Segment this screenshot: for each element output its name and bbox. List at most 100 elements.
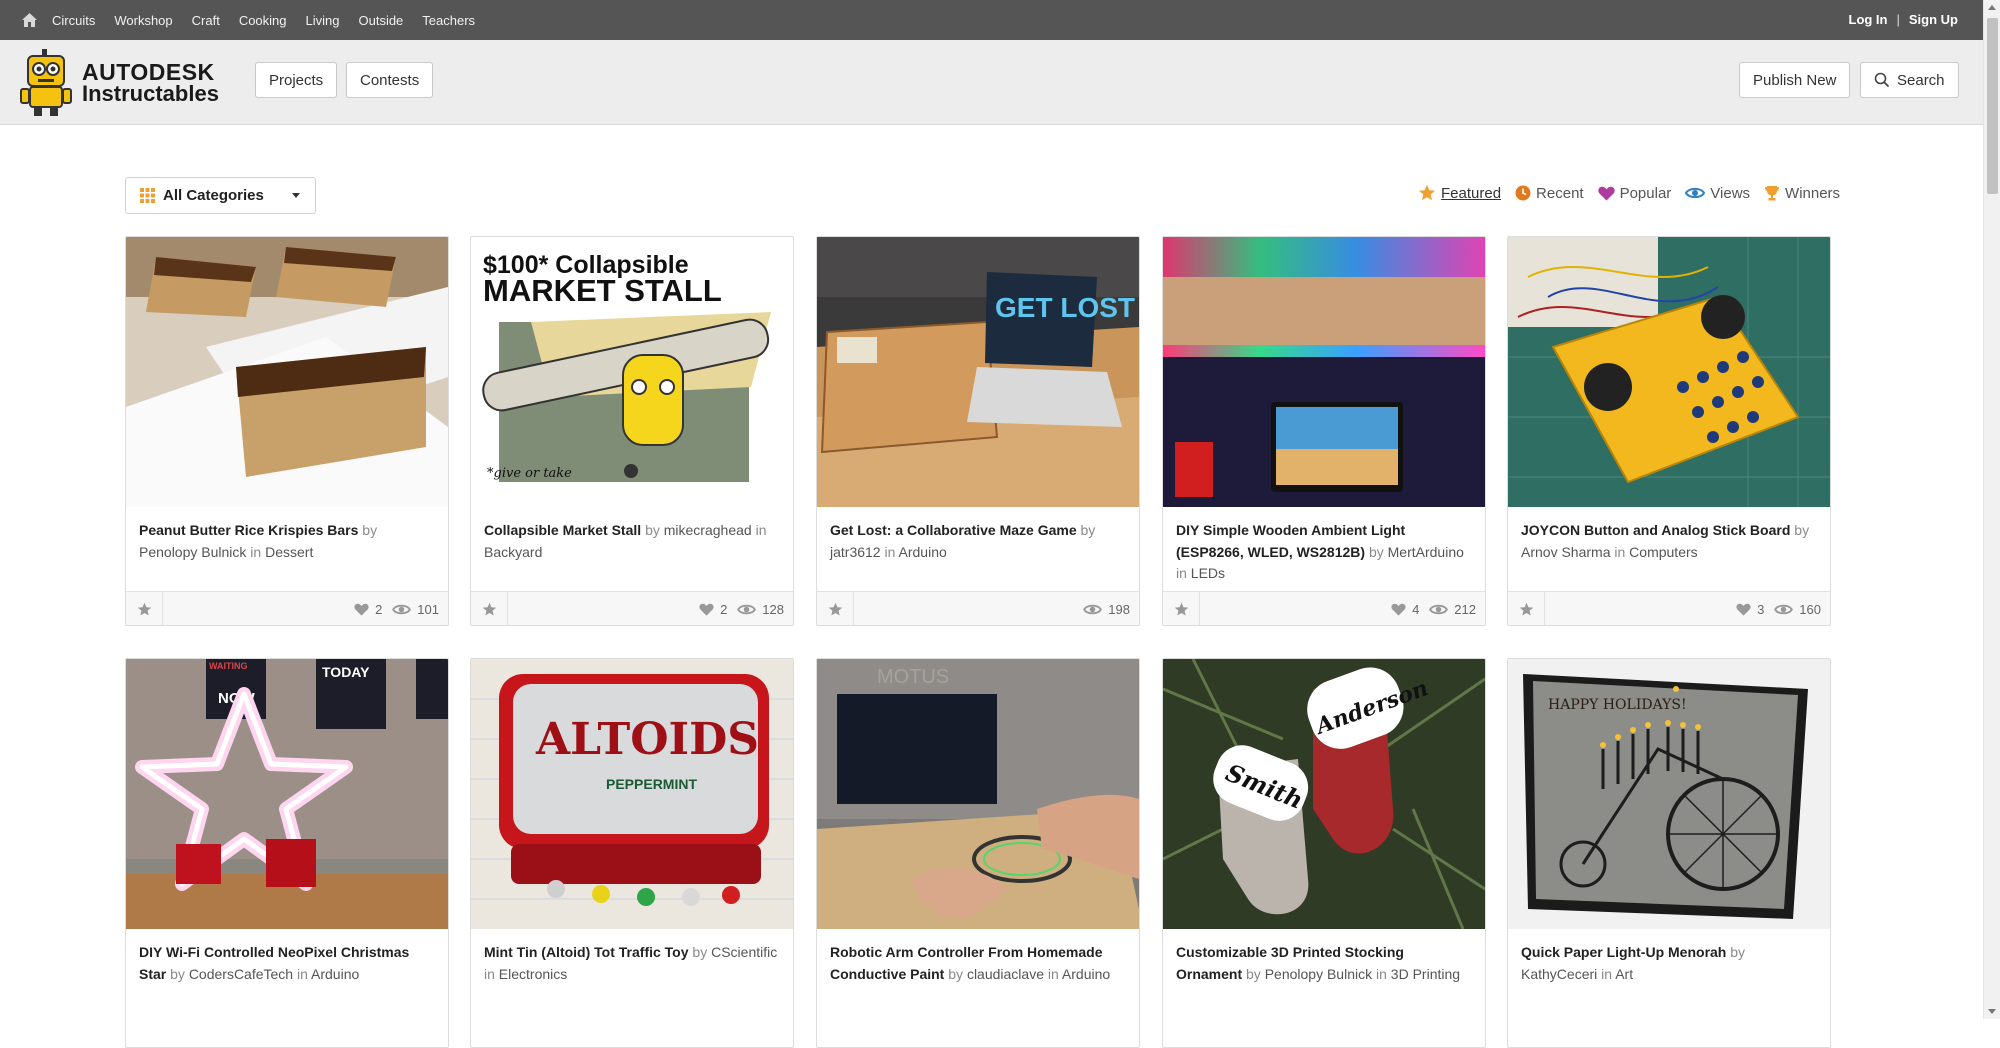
scrollbar-thumb[interactable]: [1987, 18, 1998, 194]
eye-icon: [1685, 187, 1706, 199]
nav-link-craft[interactable]: Craft: [192, 13, 220, 28]
heart-icon: [1391, 603, 1406, 616]
heart-icon: [1597, 186, 1615, 200]
project-title[interactable]: JOYCON Button and Analog Stick Board: [1521, 522, 1790, 538]
project-card[interactable]: Peanut Butter Rice Krispies Bars by Peno…: [125, 236, 449, 626]
star-icon: [137, 602, 151, 616]
project-category[interactable]: Computers: [1629, 544, 1697, 560]
project-thumbnail[interactable]: GET LOST: [817, 237, 1139, 507]
nav-link-living[interactable]: Living: [306, 13, 340, 28]
project-thumbnail[interactable]: $100* Collapsible MARKET STALL *give or …: [471, 237, 793, 507]
sort-featured[interactable]: Featured: [1418, 184, 1501, 202]
project-thumbnail[interactable]: [1163, 237, 1485, 507]
likes-count: 3: [1757, 602, 1765, 617]
menorah-card-text: HAPPY HOLIDAYS!: [1548, 697, 1687, 713]
project-thumbnail[interactable]: MOTUS: [817, 659, 1139, 929]
project-author[interactable]: KathyCeceri: [1521, 966, 1597, 982]
grid-icon: [140, 188, 155, 203]
sort-popular[interactable]: Popular: [1597, 185, 1671, 202]
project-card[interactable]: GET LOST Get Lost: a Collaborative Maze …: [816, 236, 1140, 626]
project-title[interactable]: Collapsible Market Stall: [484, 522, 641, 538]
project-title[interactable]: Quick Paper Light-Up Menorah: [1521, 944, 1726, 960]
project-thumbnail[interactable]: Anderson Smith: [1163, 659, 1485, 929]
sort-recent[interactable]: Recent: [1515, 185, 1584, 202]
project-title[interactable]: Get Lost: a Collaborative Maze Game: [830, 522, 1077, 538]
project-author[interactable]: Arnov Sharma: [1521, 544, 1610, 560]
favorite-button[interactable]: [817, 592, 854, 625]
favorite-button[interactable]: [126, 592, 163, 625]
heart-icon: [699, 603, 714, 616]
nav-link-outside[interactable]: Outside: [358, 13, 403, 28]
project-thumbnail[interactable]: [126, 237, 448, 507]
signup-link[interactable]: Sign Up: [1909, 12, 1958, 27]
project-thumbnail[interactable]: ALTOIDS PEPPERMINT: [471, 659, 793, 929]
project-card[interactable]: DIY Simple Wooden Ambient Light (ESP8266…: [1162, 236, 1486, 626]
category-select-value: All Categories: [163, 187, 264, 204]
project-category[interactable]: Backyard: [484, 544, 542, 560]
project-category[interactable]: LEDs: [1191, 565, 1225, 581]
project-card[interactable]: Anderson Smith Customizable 3D Printed S…: [1162, 658, 1486, 1048]
project-card[interactable]: WAITING TODAY NOW DIY Wi-Fi Controlled N…: [125, 658, 449, 1048]
project-thumbnail[interactable]: [1508, 237, 1830, 507]
project-author[interactable]: claudiaclave: [967, 966, 1044, 982]
by-label: by: [645, 522, 660, 538]
project-category[interactable]: Electronics: [499, 966, 567, 982]
project-author[interactable]: CScientific: [711, 944, 777, 960]
project-title[interactable]: Peanut Butter Rice Krispies Bars: [139, 522, 358, 538]
project-author[interactable]: jatr3612: [830, 544, 881, 560]
nav-link-workshop[interactable]: Workshop: [114, 13, 172, 28]
project-thumbnail[interactable]: WAITING TODAY NOW: [126, 659, 448, 929]
project-card[interactable]: JOYCON Button and Analog Stick Board by …: [1507, 236, 1831, 626]
sort-views[interactable]: Views: [1685, 185, 1750, 202]
project-category[interactable]: Dessert: [265, 544, 313, 560]
eye-icon: [1083, 604, 1103, 615]
login-link[interactable]: Log In: [1849, 12, 1888, 27]
nav-link-teachers[interactable]: Teachers: [422, 13, 475, 28]
star-icon: [1174, 602, 1188, 616]
project-card[interactable]: ALTOIDS PEPPERMINT Mint Tin (Altoid) Tot…: [470, 658, 794, 1048]
altoids-lid-text: ALTOIDS: [535, 714, 759, 765]
project-thumbnail[interactable]: HAPPY HOLIDAYS!: [1508, 659, 1830, 929]
in-label: in: [1614, 543, 1626, 560]
project-card[interactable]: HAPPY HOLIDAYS! Quick Paper Light-Up Men…: [1507, 658, 1831, 1048]
in-label: in: [1376, 965, 1387, 982]
project-category[interactable]: Art: [1615, 966, 1633, 982]
project-author[interactable]: Penolopy Bulnick: [1265, 966, 1372, 982]
in-label: in: [884, 543, 896, 560]
views-count: 160: [1799, 602, 1821, 617]
project-title[interactable]: Mint Tin (Altoid) Tot Traffic Toy: [484, 944, 689, 960]
project-author[interactable]: CodersCafeTech: [189, 966, 293, 982]
sort-winners-label: Winners: [1785, 184, 1841, 202]
project-card[interactable]: MOTUS Robotic Arm Controller From Homema…: [816, 658, 1140, 1048]
sort-winners[interactable]: Winners: [1764, 185, 1840, 202]
publish-new-button[interactable]: Publish New: [1739, 62, 1851, 98]
favorite-button[interactable]: [1163, 592, 1200, 625]
project-author[interactable]: Penolopy Bulnick: [139, 544, 246, 560]
project-category[interactable]: Arduino: [311, 966, 359, 982]
category-nav: Circuits Workshop Craft Cooking Living O…: [52, 13, 494, 28]
search-button[interactable]: Search: [1860, 62, 1959, 98]
contests-button[interactable]: Contests: [346, 62, 434, 98]
scroll-up-arrow-icon[interactable]: [1988, 5, 1996, 10]
in-label: in: [1176, 565, 1187, 581]
nav-link-cooking[interactable]: Cooking: [239, 13, 287, 28]
card-footer: 3 160: [1508, 591, 1830, 625]
project-card[interactable]: $100* Collapsible MARKET STALL *give or …: [470, 236, 794, 626]
favorite-button[interactable]: [471, 592, 508, 625]
site-logo[interactable]: AUTODESK Instructables: [20, 49, 219, 117]
project-category[interactable]: Arduino: [899, 544, 947, 560]
nav-link-circuits[interactable]: Circuits: [52, 13, 95, 28]
home-icon[interactable]: [20, 11, 38, 29]
projects-button[interactable]: Projects: [255, 62, 338, 98]
project-author[interactable]: MertArduino: [1388, 544, 1464, 560]
scroll-down-arrow-icon[interactable]: [1988, 1009, 1996, 1014]
project-author[interactable]: mikecraghead: [664, 522, 752, 538]
category-select[interactable]: All Categories: [125, 177, 316, 214]
page-scrollbar[interactable]: [1983, 0, 2000, 1019]
favorite-button[interactable]: [1508, 592, 1545, 625]
project-category[interactable]: Arduino: [1062, 966, 1110, 982]
project-category[interactable]: 3D Printing: [1391, 966, 1460, 982]
in-label: in: [484, 965, 495, 982]
star-icon: [828, 602, 842, 616]
auth-links: Log In | Sign Up: [1849, 12, 1959, 27]
